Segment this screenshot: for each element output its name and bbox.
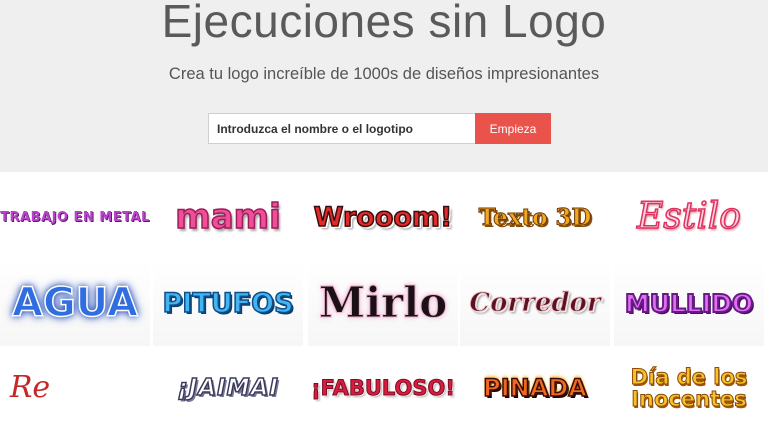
logo-text: Día de los Inocentes: [630, 364, 748, 411]
logo-text: Mirlo: [318, 278, 448, 327]
logo-text: MULLIDO: [624, 288, 754, 318]
logo-tile-agua[interactable]: AGUA: [0, 260, 150, 346]
logo-tile-fabuloso[interactable]: ¡FABULOSO!: [308, 348, 458, 428]
logo-text: Wrooom!: [313, 201, 453, 233]
logo-search-form: Empieza: [208, 113, 551, 144]
logo-text: Texto 3D: [478, 203, 592, 231]
logo-text: AGUA: [11, 280, 139, 326]
logo-tile-estilo[interactable]: Estilo: [614, 174, 764, 260]
start-button[interactable]: Empieza: [475, 113, 551, 144]
logo-text: PINADA: [482, 374, 587, 402]
logo-tile-corredor[interactable]: Corredor: [460, 260, 610, 346]
logo-tile-mirlo[interactable]: Mirlo: [308, 260, 458, 346]
logo-text: mami: [175, 197, 282, 237]
logo-text: Estilo: [636, 196, 741, 237]
logo-tile-texto-3d[interactable]: Texto 3D: [460, 174, 610, 260]
logo-text: TRABAJO EN METAL: [0, 209, 150, 225]
logo-tile-pinada[interactable]: PINADA: [460, 348, 610, 428]
logo-tile-wrooom[interactable]: Wrooom!: [308, 174, 458, 260]
logo-tile-mami[interactable]: mami: [153, 174, 303, 260]
hero-banner: Ejecuciones sin Logo Crea tu logo increí…: [0, 0, 768, 172]
page-subtitle: Crea tu logo increíble de 1000s de diseñ…: [168, 65, 600, 83]
logo-tile-mullido[interactable]: MULLIDO: [614, 260, 764, 346]
logo-name-input[interactable]: [208, 113, 475, 144]
logo-text: ¡JAIMAI: [176, 374, 279, 401]
logo-text: Re: [9, 370, 51, 405]
logo-style-gallery: TRABAJO EN METAL mami Wrooom! Texto 3D E…: [0, 172, 768, 431]
logo-tile-re[interactable]: Re: [0, 348, 150, 428]
logo-tile-dia-de-los-inocentes[interactable]: Día de los Inocentes: [614, 348, 764, 428]
logo-tile-trabajo-en-metal[interactable]: TRABAJO EN METAL: [0, 174, 150, 260]
page-title: Ejecuciones sin Logo: [161, 0, 607, 47]
logo-tile-jaimai[interactable]: ¡JAIMAI: [153, 348, 303, 428]
logo-text: PITUFOS: [162, 287, 295, 319]
logo-text: ¡FABULOSO!: [311, 375, 456, 400]
logo-tile-pitufos[interactable]: PITUFOS: [153, 260, 303, 346]
logo-text: Corredor: [469, 288, 601, 318]
